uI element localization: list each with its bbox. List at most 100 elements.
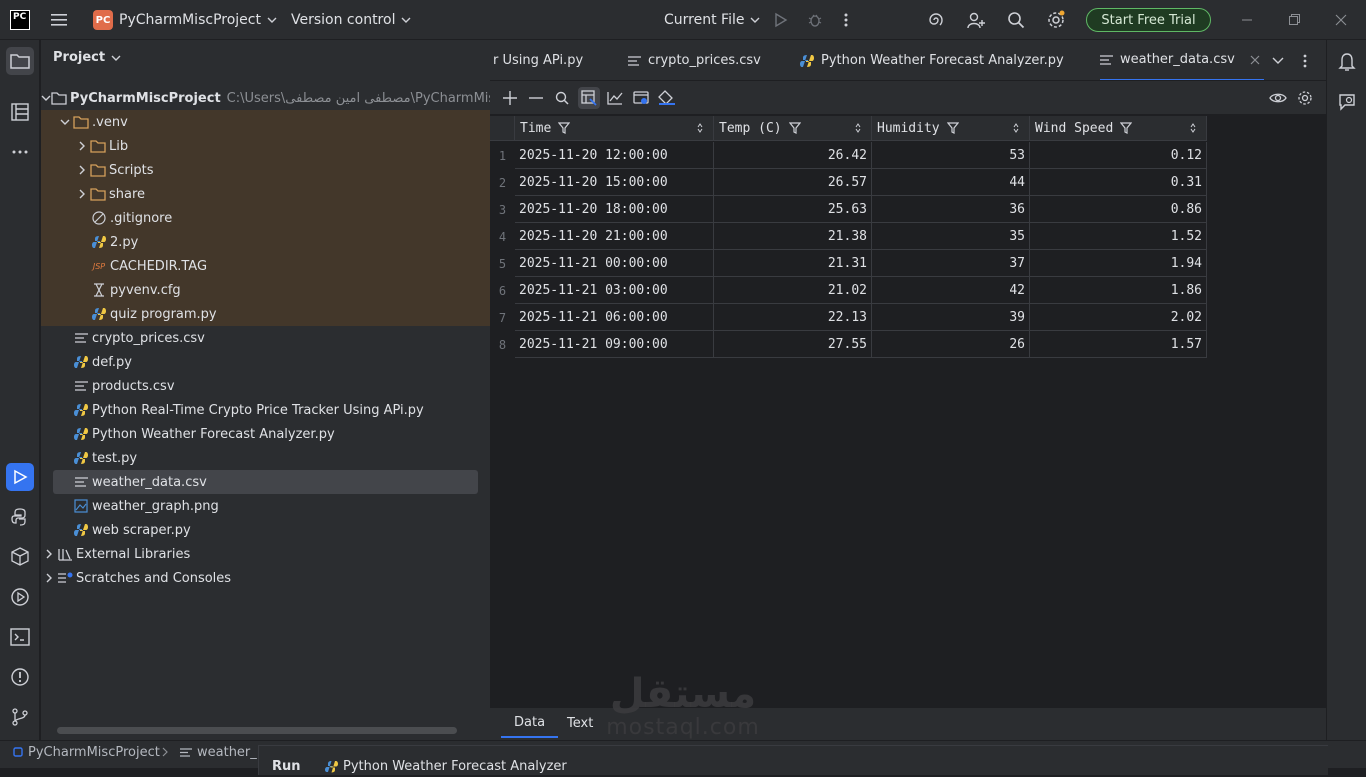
- grid-cell[interactable]: 26: [872, 331, 1030, 358]
- grid-cell[interactable]: 44: [872, 169, 1030, 196]
- tree-item[interactable]: crypto_prices.csv: [41, 326, 490, 350]
- sort-icon[interactable]: [855, 123, 861, 133]
- sort-icon[interactable]: [1190, 123, 1196, 133]
- structure-tool-button[interactable]: [6, 98, 34, 126]
- tree-item[interactable]: weather_graph.png: [41, 494, 490, 518]
- run-config-selector[interactable]: Current File: [664, 0, 760, 40]
- row-number[interactable]: 5: [490, 250, 515, 277]
- column-header[interactable]: Time: [515, 116, 714, 141]
- sort-icon[interactable]: [697, 123, 703, 133]
- close-window-button[interactable]: [1335, 0, 1347, 40]
- tree-item[interactable]: pyvenv.cfg: [41, 278, 490, 302]
- tab-weather-data[interactable]: weather_data.csv: [1100, 40, 1264, 80]
- notifications-button[interactable]: [1333, 48, 1361, 76]
- chevron-down-icon[interactable]: [57, 119, 73, 125]
- grid-cell[interactable]: 2025-11-20 15:00:00: [515, 169, 714, 196]
- grid-cell[interactable]: 22.13: [714, 304, 872, 331]
- add-user-button[interactable]: [967, 0, 985, 40]
- tab-list-button[interactable]: [1272, 40, 1284, 80]
- tree-item[interactable]: .venv: [41, 110, 490, 134]
- grid-cell[interactable]: 0.86: [1030, 196, 1207, 223]
- grid-cell[interactable]: 0.31: [1030, 169, 1207, 196]
- grid-cell[interactable]: 0.12: [1030, 142, 1207, 169]
- run-label[interactable]: Run: [272, 755, 301, 777]
- run-button[interactable]: [773, 0, 789, 40]
- close-icon[interactable]: [1250, 55, 1260, 65]
- tree-item[interactable]: products.csv: [41, 374, 490, 398]
- horizontal-scrollbar[interactable]: [57, 727, 457, 734]
- tree-item[interactable]: test.py: [41, 446, 490, 470]
- ai-chat-button[interactable]: [1333, 88, 1361, 116]
- add-row-button[interactable]: [501, 89, 519, 107]
- grid-cell[interactable]: 26.42: [714, 142, 872, 169]
- tab-data[interactable]: Data: [501, 708, 559, 738]
- tree-item[interactable]: share: [41, 182, 490, 206]
- visibility-button[interactable]: [1269, 89, 1287, 107]
- minimize-button[interactable]: [1241, 0, 1253, 40]
- main-menu-button[interactable]: [50, 0, 68, 40]
- version-control-menu[interactable]: Version control: [291, 0, 411, 40]
- tab-crypto-tracker[interactable]: r Using APi.py: [493, 40, 583, 80]
- grid-cell[interactable]: 39: [872, 304, 1030, 331]
- tree-item[interactable]: .gitignore: [41, 206, 490, 230]
- chart-button[interactable]: [606, 89, 624, 107]
- tab-text[interactable]: Text: [567, 708, 593, 738]
- python-packages-button[interactable]: [6, 543, 34, 571]
- color-button[interactable]: [658, 89, 676, 107]
- problems-button[interactable]: [6, 663, 34, 691]
- grid-cell[interactable]: 2025-11-21 09:00:00: [515, 331, 714, 358]
- row-number[interactable]: 2: [490, 169, 515, 196]
- tree-item[interactable]: quiz program.py: [41, 302, 490, 326]
- debug-button[interactable]: [807, 0, 823, 40]
- tree-item[interactable]: Scripts: [41, 158, 490, 182]
- tree-item[interactable]: Lib: [41, 134, 490, 158]
- grid-cell[interactable]: 21.31: [714, 250, 872, 277]
- column-header[interactable]: Humidity: [872, 116, 1030, 141]
- tree-item[interactable]: JSP CACHEDIR.TAG: [41, 254, 490, 278]
- grid-cell[interactable]: 36: [872, 196, 1030, 223]
- tree-item[interactable]: External Libraries: [41, 542, 490, 566]
- tree-item[interactable]: def.py: [41, 350, 490, 374]
- tree-item[interactable]: Python Weather Forecast Analyzer.py: [41, 422, 490, 446]
- sort-icon[interactable]: [1013, 123, 1019, 133]
- filter-icon[interactable]: [558, 122, 571, 134]
- more-tools-button[interactable]: [6, 138, 34, 166]
- tree-item[interactable]: Python Real-Time Crypto Price Tracker Us…: [41, 398, 490, 422]
- grid-cell[interactable]: 21.02: [714, 277, 872, 304]
- git-button[interactable]: [6, 703, 34, 731]
- tree-item[interactable]: Scratches and Consoles: [41, 566, 490, 590]
- grid-cell[interactable]: 1.86: [1030, 277, 1207, 304]
- grid-cell[interactable]: 1.57: [1030, 331, 1207, 358]
- more-actions-button[interactable]: [843, 0, 849, 40]
- settings-button[interactable]: [1046, 0, 1066, 40]
- grid-cell[interactable]: 2025-11-21 06:00:00: [515, 304, 714, 331]
- column-header[interactable]: Temp (C): [714, 116, 872, 141]
- tab-weather-analyzer[interactable]: Python Weather Forecast Analyzer.py: [800, 40, 1064, 80]
- terminal-button[interactable]: [6, 623, 34, 651]
- row-number[interactable]: 6: [490, 277, 515, 304]
- grid-settings-button[interactable]: [1296, 89, 1314, 107]
- row-number[interactable]: 4: [490, 223, 515, 250]
- grid-cell[interactable]: 2025-11-20 18:00:00: [515, 196, 714, 223]
- filter-icon[interactable]: [946, 122, 959, 134]
- app-logo[interactable]: PC: [10, 0, 30, 40]
- view-options-button[interactable]: [632, 89, 650, 107]
- grid-cell[interactable]: 2025-11-20 12:00:00: [515, 142, 714, 169]
- row-number[interactable]: 1: [490, 142, 515, 169]
- run-tool-button[interactable]: [6, 463, 34, 491]
- grid-cell[interactable]: 1.94: [1030, 250, 1207, 277]
- find-button[interactable]: [553, 89, 571, 107]
- grid-cell[interactable]: 27.55: [714, 331, 872, 358]
- row-number[interactable]: 8: [490, 331, 515, 358]
- breadcrumb-file[interactable]: weather_: [180, 741, 257, 763]
- breadcrumb-project[interactable]: PyCharmMiscProject: [13, 741, 160, 763]
- ai-assistant-button[interactable]: [927, 0, 945, 40]
- project-tool-button[interactable]: [6, 47, 34, 75]
- grid-cell[interactable]: 53: [872, 142, 1030, 169]
- run-tool-window-tab[interactable]: Run Python Weather Forecast Analyzer: [258, 745, 1328, 775]
- row-number[interactable]: 7: [490, 304, 515, 331]
- delete-row-button[interactable]: [527, 89, 545, 107]
- restore-button[interactable]: [1288, 0, 1300, 40]
- grid-cell[interactable]: 37: [872, 250, 1030, 277]
- chevron-right-icon[interactable]: [74, 141, 90, 151]
